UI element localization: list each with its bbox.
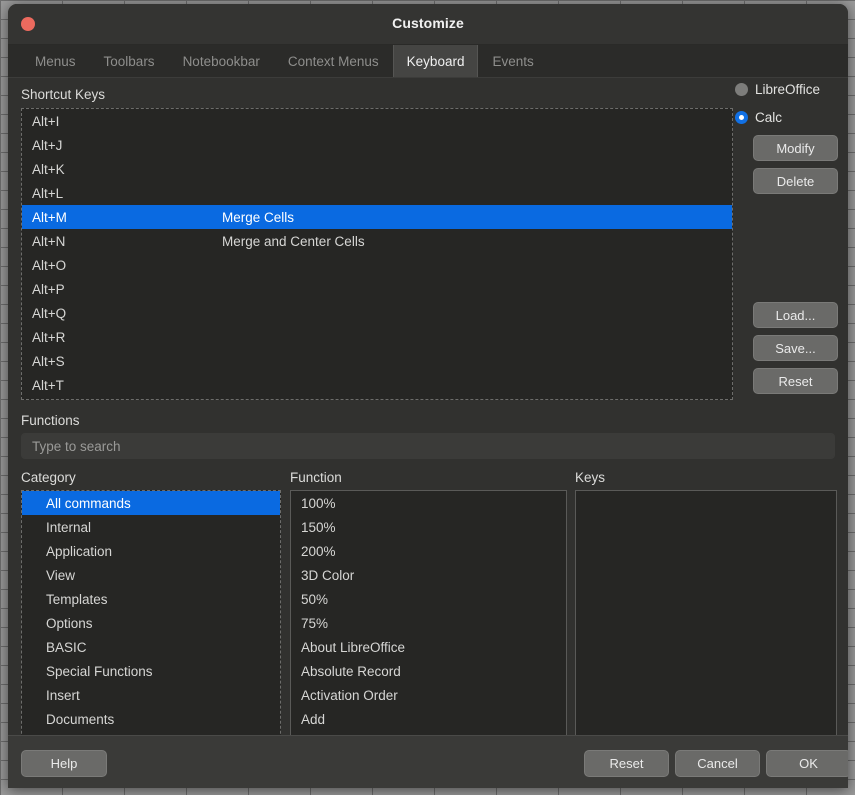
function-item[interactable]: About LibreOffice	[291, 635, 566, 659]
shortcut-row[interactable]: Alt+Q	[22, 301, 732, 325]
column-header-keys: Keys	[575, 470, 606, 485]
shortcut-key: Alt+S	[32, 353, 65, 369]
shortcut-row[interactable]: Alt+I	[22, 109, 732, 133]
shortcut-key: Alt+R	[32, 329, 66, 345]
dialog-title: Customize	[392, 15, 464, 31]
modify-button[interactable]: Modify	[753, 135, 838, 161]
tab-context-menus[interactable]: Context Menus	[274, 45, 393, 77]
tab-strip: Menus Toolbars Notebookbar Context Menus…	[8, 45, 848, 78]
shortcut-command: Merge Cells	[222, 209, 295, 225]
category-item[interactable]: Templates	[22, 587, 280, 611]
radio-unchecked-icon	[735, 83, 748, 96]
column-header-function: Function	[290, 470, 342, 485]
tab-toolbars[interactable]: Toolbars	[90, 45, 169, 77]
category-item[interactable]: Application	[22, 539, 280, 563]
shortcut-key: Alt+K	[32, 161, 65, 177]
shortcut-row[interactable]: Alt+S	[22, 349, 732, 373]
customize-dialog: Customize Menus Toolbars Notebookbar Con…	[8, 4, 848, 788]
function-item[interactable]: 200%	[291, 539, 566, 563]
shortcut-key: Alt+N	[32, 233, 66, 249]
shortcut-row[interactable]: Alt+L	[22, 181, 732, 205]
dialog-titlebar: Customize	[8, 4, 848, 45]
shortcut-row-selected[interactable]: Alt+M Merge Cells	[22, 205, 732, 229]
function-item[interactable]: 3D Color	[291, 563, 566, 587]
function-item[interactable]: Absolute Record	[291, 659, 566, 683]
reset-shortcuts-button[interactable]: Reset	[753, 368, 838, 394]
tab-menus[interactable]: Menus	[21, 45, 90, 77]
shortcut-key: Alt+Q	[32, 305, 67, 321]
category-item[interactable]: Options	[22, 611, 280, 635]
shortcut-key: Alt+P	[32, 281, 65, 297]
shortcut-keys-list[interactable]: Alt+I Alt+J Alt+K Alt+L Alt+M Merge Cell…	[21, 108, 733, 400]
radio-scope-libreoffice[interactable]: LibreOffice	[735, 82, 820, 97]
dialog-footer: Help Reset Cancel OK	[8, 735, 848, 788]
shortcut-row[interactable]: Alt+K	[22, 157, 732, 181]
category-item[interactable]: Internal	[22, 515, 280, 539]
tab-events[interactable]: Events	[478, 45, 547, 77]
save-button[interactable]: Save...	[753, 335, 838, 361]
shortcut-row[interactable]: Alt+N Merge and Center Cells	[22, 229, 732, 253]
dialog-body: Shortcut Keys Alt+I Alt+J Alt+K Alt+L Al…	[8, 78, 848, 788]
radio-scope-calc[interactable]: Calc	[735, 110, 782, 125]
cancel-button[interactable]: Cancel	[675, 750, 760, 777]
tab-notebookbar[interactable]: Notebookbar	[169, 45, 274, 77]
shortcut-row[interactable]: Alt+J	[22, 133, 732, 157]
search-input[interactable]	[21, 433, 835, 459]
category-item[interactable]: View	[22, 563, 280, 587]
radio-label: LibreOffice	[755, 82, 821, 97]
shortcut-row[interactable]: Alt+T	[22, 373, 732, 397]
shortcut-key: Alt+T	[32, 377, 64, 393]
column-header-category: Category	[21, 470, 76, 485]
shortcut-key: Alt+J	[32, 137, 63, 153]
shortcut-key: Alt+O	[32, 257, 67, 273]
functions-label: Functions	[21, 413, 80, 428]
help-button[interactable]: Help	[21, 750, 107, 777]
reset-button[interactable]: Reset	[584, 750, 669, 777]
shortcut-key: Alt+L	[32, 185, 64, 201]
tab-keyboard[interactable]: Keyboard	[392, 45, 479, 77]
function-item[interactable]: 50%	[291, 587, 566, 611]
category-item[interactable]: Special Functions	[22, 659, 280, 683]
radio-checked-icon	[735, 111, 748, 124]
shortcut-keys-label: Shortcut Keys	[21, 87, 106, 102]
delete-button[interactable]: Delete	[753, 168, 838, 194]
category-item[interactable]: Insert	[22, 683, 280, 707]
category-item[interactable]: BASIC	[22, 635, 280, 659]
category-item-selected[interactable]: All commands	[22, 491, 280, 515]
shortcut-row[interactable]: Alt+R	[22, 325, 732, 349]
function-item[interactable]: Activation Order	[291, 683, 566, 707]
shortcut-row[interactable]: Alt+P	[22, 277, 732, 301]
radio-label: Calc	[755, 110, 783, 125]
function-item[interactable]: 75%	[291, 611, 566, 635]
function-item[interactable]: 150%	[291, 515, 566, 539]
function-item[interactable]: Add	[291, 707, 566, 731]
ok-button[interactable]: OK	[766, 750, 848, 777]
function-item[interactable]: 100%	[291, 491, 566, 515]
shortcut-command: Merge and Center Cells	[222, 233, 365, 249]
shortcut-key: Alt+M	[32, 209, 67, 225]
category-item[interactable]: Documents	[22, 707, 280, 731]
shortcut-row[interactable]: Alt+O	[22, 253, 732, 277]
load-button[interactable]: Load...	[753, 302, 838, 328]
shortcut-key: Alt+I	[32, 113, 60, 129]
